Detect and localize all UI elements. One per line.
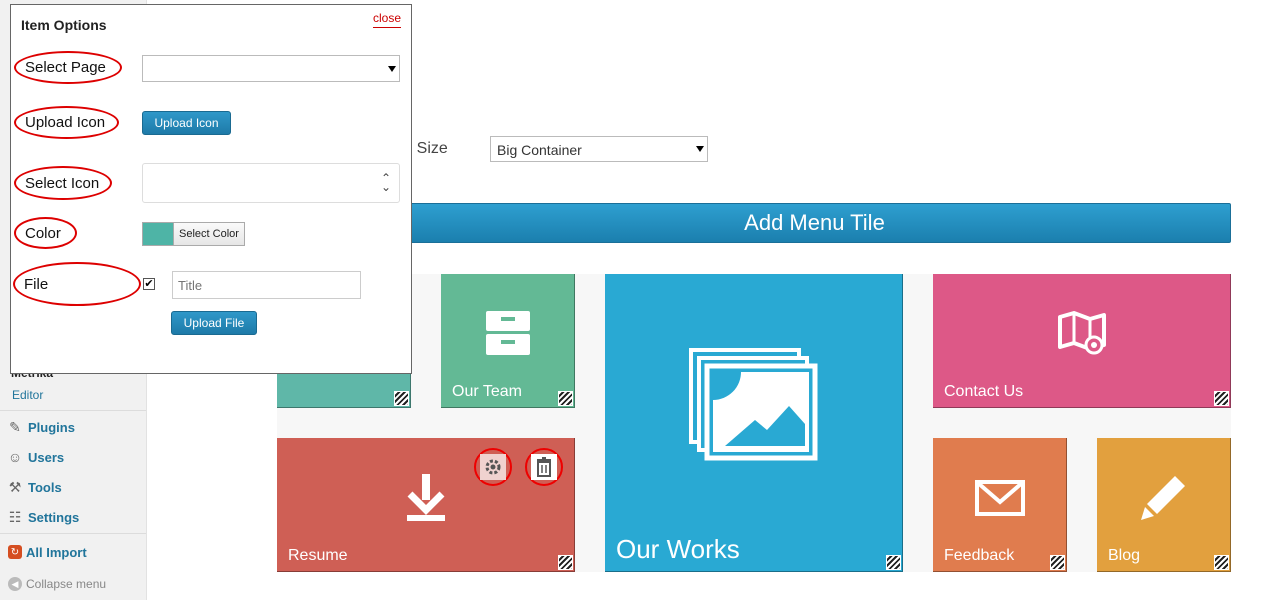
dialog-title: Item Options [21,17,107,33]
import-icon: ↻ [8,545,22,559]
gear-icon [480,454,506,480]
upload-icon-label: Upload Icon [14,106,119,139]
select-page-dropdown[interactable] [142,55,400,82]
tile-our-works[interactable]: Our Works [605,274,903,572]
tile-label: Resume [288,547,348,564]
container-size-value: Big Container [497,142,582,158]
dropdown-arrow-icon [696,146,704,152]
gallery-icon [689,348,818,461]
drawer-icon [486,311,530,355]
file-label: File [13,262,141,306]
file-checkbox[interactable]: ✔ [143,278,155,290]
settings-icon: ☷ [8,508,22,525]
trash-icon [531,454,557,480]
color-swatch[interactable] [142,222,174,246]
tile-label: Our Team [452,383,522,400]
sidebar-item-label: All Import [26,544,87,560]
resize-handle-icon[interactable] [558,555,573,570]
download-icon [407,474,445,521]
users-icon: ☺ [7,449,23,465]
tile-blog[interactable]: Blog [1097,438,1231,572]
sidebar-item-all-import[interactable]: ↻ All Import [0,539,146,565]
sidebar-divider [0,410,146,411]
resize-handle-icon[interactable] [558,391,573,406]
tile-our-team[interactable]: Our Team [441,274,575,408]
sidebar-item-tools[interactable]: ⚒ Tools [0,474,146,500]
color-label: Color [14,217,77,249]
tile-label: Our Works [616,534,740,564]
sidebar-item-plugins[interactable]: ✎ Plugins [0,414,146,440]
container-size-select[interactable]: Big Container [490,136,708,162]
resize-handle-icon[interactable] [394,391,409,406]
plug-icon: ✎ [9,418,21,435]
resize-handle-icon[interactable] [886,555,901,570]
sidebar-item-label: Users [28,449,65,465]
tile-feedback[interactable]: Feedback [933,438,1067,572]
resize-handle-icon[interactable] [1214,391,1229,406]
item-options-dialog: Item Options close Select Page Upload Ic… [10,4,412,374]
upload-file-button[interactable]: Upload File [171,311,257,335]
tile-delete-button[interactable] [525,448,563,486]
tile-contact-us[interactable]: Contact Us [933,274,1231,408]
map-icon [1058,311,1106,355]
select-icon-label: Select Icon [14,166,112,200]
sidebar-editor-link[interactable]: Editor [12,388,43,402]
collapse-icon: ◀ [8,577,22,591]
tile-label: Contact Us [944,383,1024,400]
pencil-icon [1141,476,1185,520]
select-page-label: Select Page [14,51,122,84]
upload-icon-button[interactable]: Upload Icon [142,111,231,135]
tile-label: Blog [1108,547,1141,564]
dropdown-arrow-icon [388,66,396,72]
wrench-icon: ⚒ [8,478,22,495]
sidebar-collapse-menu[interactable]: ◀ Collapse menu [0,571,146,597]
resize-handle-icon[interactable] [1050,555,1065,570]
sidebar-item-settings[interactable]: ☷ Settings [0,504,146,530]
tile-label: Feedback [944,547,1015,564]
sidebar-item-label: Settings [28,509,80,525]
tile-settings-button[interactable] [474,448,512,486]
sidebar-item-label: Plugins [28,419,75,435]
close-button[interactable]: close [373,11,402,28]
sidebar-item-label: Tools [28,479,62,495]
title-input[interactable] [172,271,361,299]
resize-handle-icon[interactable] [1214,555,1229,570]
mail-icon [975,480,1025,516]
select-icon-dropdown[interactable]: ⌃ ⌄ [142,163,400,203]
add-menu-tile-button[interactable]: Add Menu Tile [398,203,1231,243]
sidebar-item-users[interactable]: ☺ Users [0,444,146,470]
chevron-updown-icon: ⌃ ⌄ [380,171,391,194]
sidebar-divider [0,533,146,534]
select-color-button[interactable]: Select Color [173,222,245,246]
sidebar-item-label: Collapse menu [26,577,107,591]
